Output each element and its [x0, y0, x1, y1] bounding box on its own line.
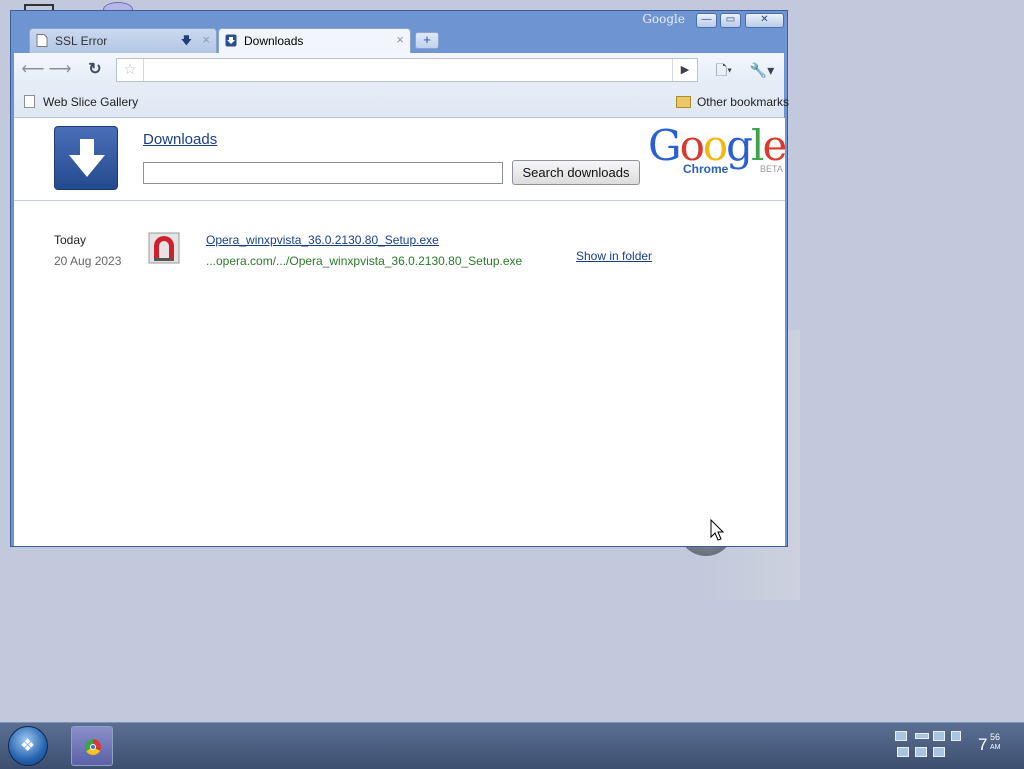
downloads-icon	[225, 34, 237, 47]
installer-file-icon	[148, 232, 180, 264]
download-arrow-icon: 🡇	[180, 35, 192, 47]
maximize-button[interactable]: ▭	[720, 13, 741, 28]
tray-icon[interactable]	[933, 731, 945, 741]
wrench-icon[interactable]: 🔧▾	[746, 58, 778, 82]
star-icon[interactable]: ☆	[117, 59, 144, 81]
download-date: 20 Aug 2023	[54, 254, 122, 268]
search-input[interactable]	[143, 162, 503, 184]
chrome-window: Google — ▭ ✕ SSL Error 🡇 × Downloads × +…	[10, 10, 789, 547]
taskbar: ❖ 7 56 AM	[0, 722, 1024, 769]
tray-icon[interactable]	[933, 747, 945, 757]
reload-icon[interactable]: ↻	[83, 58, 107, 82]
bookmark-label: Other bookmarks	[696, 95, 789, 109]
bookmarks-bar: Web Slice Gallery Other bookmarks	[14, 87, 789, 118]
tray-icon[interactable]	[915, 733, 929, 739]
folder-icon	[675, 96, 691, 108]
download-filename-link[interactable]: Opera_winxpvista_36.0.2130.80_Setup.exe	[206, 233, 439, 247]
page-content: Downloads Search downloads Google Chrome…	[14, 118, 785, 546]
page-title[interactable]: Downloads	[143, 131, 217, 148]
tray-icon[interactable]	[897, 747, 909, 757]
system-tray	[893, 729, 965, 763]
tab-label: Downloads	[244, 34, 304, 48]
google-chrome-logo: Google Chrome BETA	[648, 124, 785, 184]
close-tab-icon[interactable]: ×	[396, 32, 404, 47]
page-icon	[24, 95, 35, 108]
other-bookmarks[interactable]: Other bookmarks	[675, 95, 789, 109]
clock-hour: 7	[978, 735, 988, 754]
chrome-icon	[85, 739, 101, 755]
go-icon[interactable]: ▶	[672, 59, 697, 81]
clock-minutes: 56	[990, 732, 1001, 742]
logo-badge: BETA	[760, 164, 783, 174]
download-day: Today	[54, 233, 87, 247]
clock[interactable]: 7 56 AM	[978, 732, 1001, 755]
close-button[interactable]: ✕	[745, 13, 784, 28]
minimize-button[interactable]: —	[696, 13, 717, 28]
back-icon[interactable]: ⟵	[21, 58, 45, 82]
downloads-header: Downloads Search downloads Google Chrome…	[14, 118, 785, 201]
page-menu-icon[interactable]: 🗋▾	[708, 58, 740, 82]
new-tab-button[interactable]: +	[415, 32, 439, 49]
tray-icon[interactable]	[915, 747, 927, 757]
start-button[interactable]: ❖	[8, 726, 48, 766]
show-in-folder-link[interactable]: Show in folder	[576, 249, 652, 263]
clock-ampm: AM	[990, 744, 1001, 751]
toolbar: ⟵ ⟶ ↻ ☆ ▶ 🗋▾ 🔧▾	[14, 53, 784, 87]
tab-label: SSL Error	[55, 34, 108, 48]
mouse-cursor-icon	[710, 519, 724, 541]
tray-icon[interactable]	[951, 731, 961, 741]
tray-icon[interactable]	[895, 731, 907, 741]
omnibox[interactable]: ☆ ▶	[116, 58, 698, 82]
download-source-url[interactable]: ...opera.com/.../Opera_winxpvista_36.0.2…	[206, 254, 522, 268]
bookmark-web-slice-gallery[interactable]: Web Slice Gallery	[24, 95, 138, 109]
logo-product: Chrome	[683, 162, 729, 176]
title-bar[interactable]: Google — ▭ ✕	[11, 11, 787, 28]
page-icon	[36, 34, 48, 47]
search-downloads-button[interactable]: Search downloads	[512, 160, 640, 185]
download-item: Today 20 Aug 2023 Opera_winxpvista_36.0.…	[14, 228, 785, 278]
forward-icon[interactable]: ⟶	[48, 58, 72, 82]
tab-downloads[interactable]: Downloads ×	[218, 28, 411, 54]
taskbar-chrome-button[interactable]	[71, 726, 113, 766]
tab-ssl-error[interactable]: SSL Error 🡇 ×	[29, 28, 217, 53]
google-wordmark: Google	[642, 12, 685, 26]
downloads-large-icon	[54, 126, 118, 190]
close-tab-icon[interactable]: ×	[202, 32, 210, 47]
windows-logo-icon: ❖	[20, 736, 36, 755]
bookmark-label: Web Slice Gallery	[43, 95, 139, 109]
